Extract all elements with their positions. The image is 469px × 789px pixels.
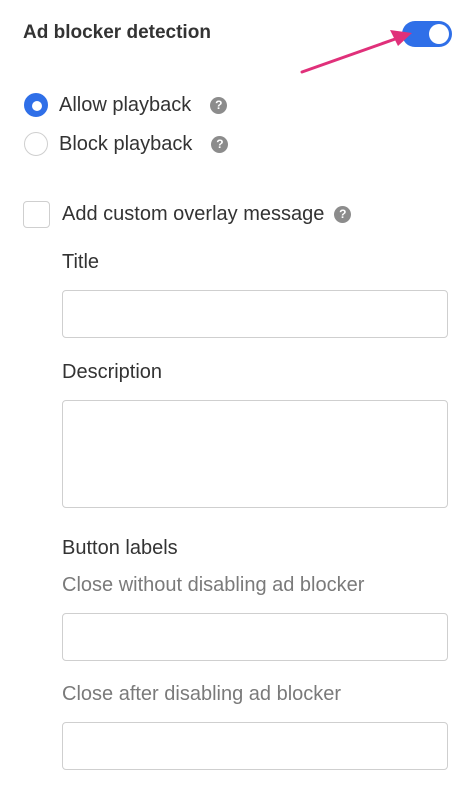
toggle-knob <box>429 24 449 44</box>
radio-button-allow[interactable] <box>24 93 48 117</box>
question-icon[interactable]: ? <box>210 96 228 114</box>
button-labels-heading: Button labels <box>62 537 178 559</box>
close-after-input[interactable] <box>62 722 448 770</box>
ad-blocker-detection-title: Ad blocker detection <box>23 22 211 43</box>
description-textarea[interactable] <box>62 400 448 508</box>
radio-block-playback[interactable]: Block playback ? <box>24 130 229 158</box>
custom-overlay-label: Add custom overlay message <box>62 202 325 225</box>
question-icon[interactable]: ? <box>334 205 352 223</box>
radio-allow-playback[interactable]: Allow playback ? <box>24 91 228 119</box>
close-without-input[interactable] <box>62 613 448 661</box>
ad-blocker-toggle[interactable] <box>402 21 452 47</box>
description-label: Description <box>62 361 163 383</box>
custom-overlay-checkbox[interactable] <box>23 200 50 228</box>
close-without-label: Close without disabling ad blocker <box>62 574 365 596</box>
question-icon[interactable]: ? <box>211 135 229 153</box>
title-input[interactable] <box>62 290 448 338</box>
close-after-label: Close after disabling ad blocker <box>62 683 342 705</box>
radio-label-block: Block playback <box>59 132 193 155</box>
radio-button-block[interactable] <box>24 132 48 156</box>
title-label: Title <box>62 251 100 273</box>
radio-label-allow: Allow playback <box>59 93 192 116</box>
custom-overlay-checkbox-row[interactable]: Add custom overlay message ? <box>23 200 352 228</box>
